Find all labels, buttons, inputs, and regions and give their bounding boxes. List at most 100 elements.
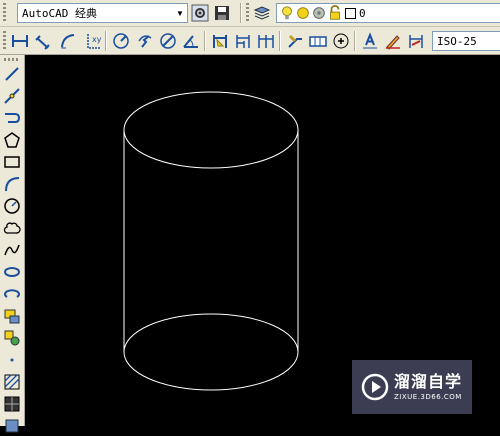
baseline-dimension-button[interactable] — [233, 31, 253, 51]
rectangle-button[interactable] — [2, 152, 22, 172]
sun-icon[interactable] — [295, 5, 311, 21]
spline-icon — [4, 244, 20, 256]
angular-dimension-button[interactable] — [181, 31, 201, 51]
make-block-icon — [4, 330, 20, 346]
toolbar-grip[interactable] — [3, 31, 6, 51]
jogged-dimension-button[interactable] — [135, 31, 155, 51]
watermark-url: ZIXUE.3D66.COM — [394, 393, 462, 401]
point-button[interactable] — [2, 350, 22, 370]
arc-icon — [5, 177, 20, 192]
circle-button[interactable] — [2, 196, 22, 216]
circle-icon — [4, 198, 20, 214]
quick-dimension-button[interactable] — [210, 31, 230, 51]
baseline-icon — [236, 35, 250, 48]
save-workspace-button[interactable] — [212, 3, 232, 23]
chevron-down-icon[interactable]: ▼ — [173, 4, 187, 22]
dimension-text-edit-button[interactable] — [383, 31, 403, 51]
dimension-edit-icon — [363, 32, 377, 49]
layer-dropdown[interactable]: 0 — [276, 3, 500, 23]
separator — [279, 31, 281, 51]
line-icon — [5, 67, 19, 81]
svg-text:xy: xy — [92, 35, 102, 44]
lightbulb-icon[interactable] — [279, 5, 295, 21]
separator — [105, 31, 107, 51]
ellipse-button[interactable] — [2, 262, 22, 282]
ellipse-arc-button[interactable] — [2, 284, 22, 304]
save-icon — [215, 6, 229, 20]
continue-dimension-button[interactable] — [256, 31, 276, 51]
workspace-toolbar: AutoCAD 经典 ▼ 0 — [0, 0, 500, 27]
aligned-dimension-icon — [35, 35, 50, 50]
construction-line-button[interactable] — [2, 86, 22, 106]
aligned-dimension-button[interactable] — [33, 31, 53, 51]
layer-properties-button[interactable] — [252, 3, 272, 23]
layer-color-swatch[interactable] — [345, 7, 356, 19]
hatch-button[interactable] — [2, 372, 22, 392]
watermark-logo: 溜溜自学 ZIXUE.3D66.COM — [352, 360, 472, 414]
spline-button[interactable] — [2, 240, 22, 260]
polygon-icon — [4, 132, 20, 148]
draw-toolbar — [0, 55, 25, 433]
ordinate-dimension-button[interactable]: xy — [83, 31, 103, 51]
toolbar-grip[interactable] — [3, 3, 6, 23]
separator — [240, 3, 242, 23]
arc-length-button[interactable] — [58, 31, 78, 51]
workspace-settings-button[interactable] — [190, 3, 210, 23]
linear-dimension-button[interactable] — [10, 31, 30, 51]
ellipse-arc-icon — [4, 289, 20, 298]
leader-icon — [288, 34, 302, 48]
cylinder-bottom-ellipse[interactable] — [123, 313, 299, 391]
layer-current-name: 0 — [359, 6, 366, 20]
center-mark-icon — [333, 33, 349, 49]
ordinate-icon: xy — [87, 34, 102, 49]
linear-dimension-icon — [12, 35, 28, 47]
rectangle-icon — [4, 156, 20, 168]
dimension-style-dropdown[interactable]: ISO-25 — [432, 31, 500, 51]
play-logo-icon — [361, 373, 389, 401]
gradient-icon — [4, 396, 20, 412]
region-button[interactable] — [2, 416, 22, 436]
center-mark-button[interactable] — [331, 31, 351, 51]
dimension-edit-button[interactable] — [360, 31, 380, 51]
dimension-update-button[interactable] — [406, 31, 426, 51]
ellipse-icon — [4, 267, 20, 277]
polyline-button[interactable] — [2, 108, 22, 128]
insert-block-button[interactable] — [2, 306, 22, 326]
separator — [204, 31, 206, 51]
diameter-dimension-button[interactable] — [158, 31, 178, 51]
quick-leader-button[interactable] — [285, 31, 305, 51]
radius-icon — [113, 33, 129, 49]
toolbar-grip[interactable] — [4, 58, 20, 61]
layers-icon — [253, 6, 271, 20]
cloud-icon — [3, 222, 21, 234]
lock-icon[interactable] — [327, 5, 343, 21]
radius-dimension-button[interactable] — [111, 31, 131, 51]
revision-cloud-button[interactable] — [2, 218, 22, 238]
tolerance-button[interactable] — [308, 31, 328, 51]
quick-dimension-icon — [213, 35, 227, 48]
gear-icon — [191, 4, 209, 22]
toolbar-grip[interactable] — [246, 3, 249, 23]
region-icon — [5, 419, 19, 433]
diameter-icon — [160, 33, 176, 49]
watermark-title: 溜溜自学 — [394, 372, 463, 391]
hatch-icon — [4, 374, 20, 390]
point-icon — [10, 358, 14, 362]
make-block-button[interactable] — [2, 328, 22, 348]
insert-block-icon — [4, 309, 20, 324]
arc-length-icon — [61, 34, 75, 49]
dimension-toolbar: xy ISO-25 — [0, 27, 500, 55]
viewport-freeze-icon[interactable] — [311, 5, 327, 21]
continue-icon — [258, 35, 274, 48]
dimension-style-value: ISO-25 — [437, 34, 477, 48]
gradient-button[interactable] — [2, 394, 22, 414]
cylinder-top-ellipse[interactable] — [123, 91, 299, 169]
dimension-update-icon — [409, 35, 423, 48]
tolerance-icon — [309, 36, 327, 47]
workspace-dropdown[interactable]: AutoCAD 经典 ▼ — [17, 3, 188, 23]
line-button[interactable] — [2, 64, 22, 84]
arc-button[interactable] — [2, 174, 22, 194]
separator — [354, 31, 356, 51]
xline-icon — [4, 88, 20, 104]
polygon-button[interactable] — [2, 130, 22, 150]
